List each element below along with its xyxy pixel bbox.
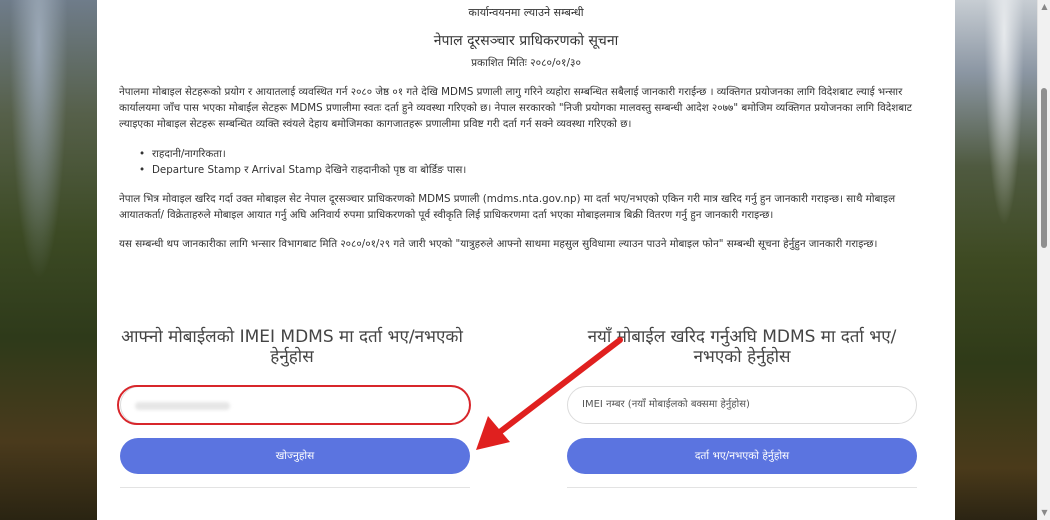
scroll-up-icon[interactable]: ▲: [1040, 2, 1049, 12]
divider: [120, 487, 470, 488]
check-imei-heading: आफ्नो मोबाईलको IMEI MDMS मा दर्ता भए/नभए…: [121, 327, 463, 367]
notice-paragraph-2: नेपाल भित्र मोवाइल खरिद गर्दा उक्त मोबाइ…: [119, 193, 896, 221]
list-item: राहदानी/नागरिकता।: [137, 146, 466, 162]
notice-paragraph-3: यस सम्बन्धी थप जानकारीका लागि भन्सार विभ…: [119, 238, 878, 250]
scroll-down-icon[interactable]: ▼: [1040, 508, 1049, 518]
imei-input[interactable]: [120, 386, 470, 424]
imei-placeholder: IMEI नम्बर (नयाँ मोबाईलको बक्समा हेर्नुह…: [582, 399, 750, 410]
divider: [567, 487, 917, 488]
notice-panel: कार्यान्वयनमा ल्याउने सम्बन्धी नेपाल दूर…: [97, 0, 955, 520]
section-label: कार्यान्वयनमा ल्याउने सम्बन्धी: [468, 6, 584, 19]
list-item: Departure Stamp र Arrival Stamp देखिने र…: [137, 162, 466, 178]
scrollbar-thumb[interactable]: [1041, 88, 1047, 248]
background-image-left: [0, 0, 97, 520]
new-imei-input[interactable]: IMEI नम्बर (नयाँ मोबाईलको बक्समा हेर्नुह…: [567, 386, 917, 424]
check-registration-button[interactable]: दर्ता भए/नभएको हेर्नुहोस: [567, 438, 917, 474]
vertical-scrollbar[interactable]: ▲ ▼: [1037, 0, 1050, 520]
search-button[interactable]: खोज्नुहोस: [120, 438, 470, 474]
published-date: प्रकाशित मितिः २०८०/०१/३०: [471, 57, 581, 69]
notice-paragraph-1: नेपालमा मोबाइल सेटहरूको प्रयोग र आयातलाई…: [119, 86, 912, 130]
blurred-imei-value: [135, 402, 230, 410]
background-image-right: [955, 0, 1037, 520]
new-mobile-heading: नयाँ मोबाईल खरिद गर्नुअघि MDMS मा दर्ता …: [587, 327, 897, 367]
document-list: राहदानी/नागरिकता। Departure Stamp र Arri…: [137, 146, 466, 178]
notice-title: नेपाल दूरसञ्चार प्राधिकरणको सूचना: [433, 33, 619, 49]
